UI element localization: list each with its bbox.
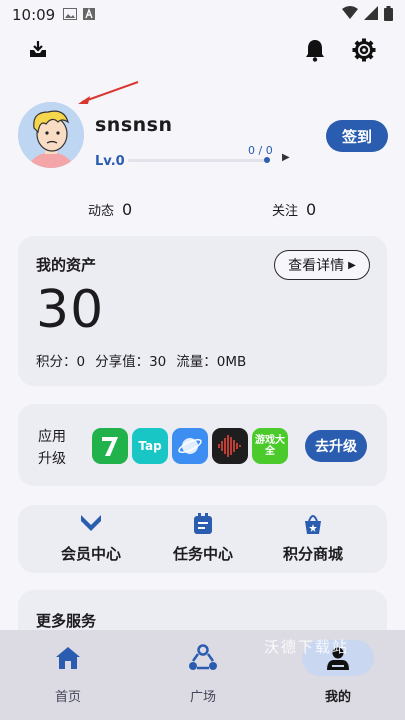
assets-points: 积分：0 bbox=[36, 354, 86, 370]
tab-square[interactable]: 广场 bbox=[163, 644, 243, 705]
stat-value: 0 bbox=[306, 200, 317, 219]
bell-icon[interactable] bbox=[304, 38, 326, 66]
tab-label: 首页 bbox=[54, 690, 81, 705]
view-details-label: 查看详情 bbox=[288, 258, 345, 274]
level-progress-bar bbox=[128, 157, 270, 163]
sound-wave-icon[interactable] bbox=[212, 428, 248, 464]
tab-label: 广场 bbox=[189, 690, 216, 705]
home-icon bbox=[28, 644, 108, 672]
game-store-label: 游戏大全 bbox=[255, 435, 285, 457]
annotation-arrow-icon bbox=[78, 81, 139, 104]
assets-traffic: 流量：0MB bbox=[176, 354, 247, 370]
assets-share: 分享值：30 bbox=[95, 354, 167, 370]
stat-value: 0 bbox=[122, 200, 133, 219]
download-icon[interactable] bbox=[28, 40, 48, 64]
vip-center-item[interactable]: 会员中心 bbox=[46, 513, 136, 564]
task-center-item[interactable]: 任务中心 bbox=[158, 513, 248, 564]
level-progress-text: 0 / 0 bbox=[248, 144, 273, 157]
vip-icon bbox=[46, 513, 136, 535]
app-a-icon bbox=[83, 6, 96, 24]
stats-row: 动态 0 关注 0 bbox=[0, 200, 405, 222]
checkin-button[interactable]: 签到 bbox=[326, 120, 388, 152]
game-store-icon[interactable]: 游戏大全 bbox=[252, 428, 288, 464]
vip-center-label: 会员中心 bbox=[60, 545, 121, 563]
taptap-icon[interactable]: Tap bbox=[132, 428, 168, 464]
quick-access-card: 会员中心 任务中心 积分商城 bbox=[18, 505, 387, 573]
stat-label: 关注 bbox=[272, 204, 299, 219]
app-7-icon[interactable] bbox=[92, 428, 128, 464]
more-services-title: 更多服务 bbox=[36, 612, 97, 630]
signal-icon bbox=[364, 6, 378, 24]
assets-title: 我的资产 bbox=[36, 256, 97, 274]
stat-dynamic[interactable]: 动态 0 bbox=[88, 200, 132, 219]
stat-label: 动态 bbox=[88, 204, 115, 219]
status-time: 10:09 bbox=[12, 6, 56, 24]
tab-home[interactable]: 首页 bbox=[28, 644, 108, 705]
stat-follow[interactable]: 关注 0 bbox=[272, 200, 316, 219]
assets-breakdown: 积分：0 分享值：30 流量：0MB bbox=[36, 350, 246, 370]
app-upgrade-card: 应用升级 Tap 游戏大全 去升级 bbox=[18, 404, 387, 486]
caret-right-icon: ▶ bbox=[348, 259, 356, 271]
square-icon bbox=[163, 644, 243, 672]
caret-right-icon[interactable]: ▶ bbox=[282, 152, 290, 163]
gear-icon[interactable] bbox=[352, 38, 376, 66]
avatar[interactable] bbox=[18, 102, 84, 168]
top-actions bbox=[0, 36, 405, 68]
view-details-button[interactable]: 查看详情 ▶ bbox=[274, 250, 370, 280]
watermark-text: 沃德下载站 bbox=[264, 638, 350, 656]
app-icon-list: Tap 游戏大全 bbox=[92, 428, 288, 464]
shop-icon bbox=[268, 513, 358, 535]
upgrade-label: 应用升级 bbox=[38, 429, 66, 467]
planet-icon[interactable] bbox=[172, 428, 208, 464]
profile-header: snsnsn Lv.0 0 / 0 ▶ 签到 bbox=[18, 102, 388, 174]
tab-label: 我的 bbox=[324, 690, 351, 705]
gallery-icon bbox=[63, 6, 78, 24]
username: snsnsn bbox=[95, 114, 173, 136]
task-icon bbox=[158, 513, 248, 535]
upgrade-button[interactable]: 去升级 bbox=[305, 430, 367, 462]
progress-dot bbox=[264, 157, 270, 163]
status-bar: 10:09 bbox=[0, 0, 405, 30]
battery-icon bbox=[384, 5, 393, 25]
points-mall-item[interactable]: 积分商城 bbox=[268, 513, 358, 564]
task-center-label: 任务中心 bbox=[172, 545, 233, 563]
level-badge: Lv.0 bbox=[95, 154, 125, 169]
taptap-label: Tap bbox=[138, 439, 162, 453]
assets-card: 我的资产 查看详情 ▶ 30 积分：0 分享值：30 流量：0MB bbox=[18, 236, 387, 386]
wifi-icon bbox=[342, 6, 358, 24]
points-mall-label: 积分商城 bbox=[282, 545, 343, 563]
assets-amount: 30 bbox=[36, 280, 105, 340]
